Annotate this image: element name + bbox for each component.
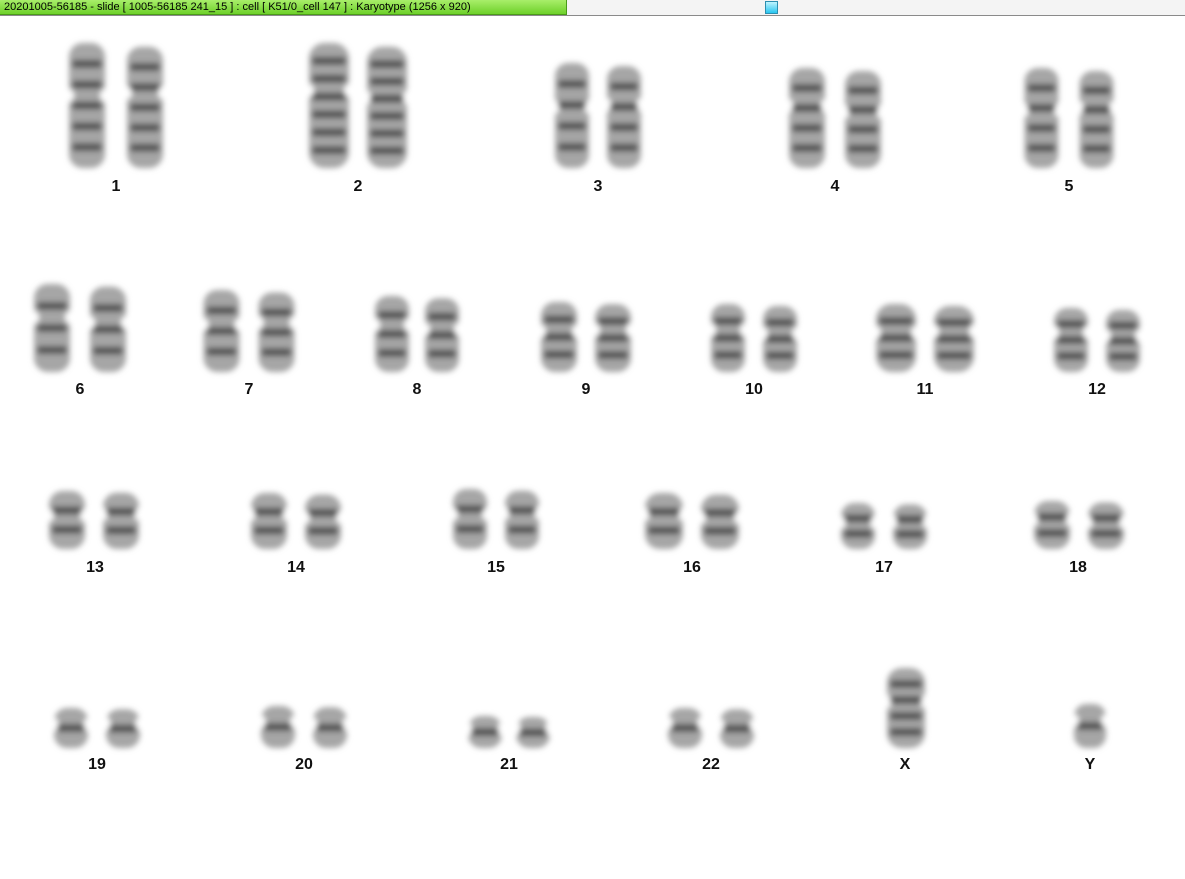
chromosome[interactable] [448, 489, 492, 549]
window-title-bar: 20201005-56185 - slide [ 1005-56185 241_… [0, 0, 1185, 16]
chromosome[interactable] [590, 304, 636, 372]
chromosome-label: 7 [244, 381, 254, 398]
chromosome[interactable] [871, 304, 921, 372]
chromosome[interactable] [784, 68, 830, 168]
chromosome[interactable] [882, 668, 930, 748]
chromosome-label: 8 [412, 381, 422, 398]
chromosome-label: 21 [500, 756, 518, 773]
chromosome[interactable] [1083, 502, 1129, 549]
title-highlight: 20201005-56185 - slide [ 1005-56185 241_… [0, 0, 567, 15]
chromosome[interactable] [253, 292, 300, 372]
chromosome[interactable] [500, 490, 544, 549]
chromosome-label: 14 [287, 559, 305, 576]
chromosome-label: 9 [581, 381, 591, 398]
chromosome[interactable] [511, 716, 555, 748]
chromosome[interactable] [362, 46, 412, 168]
chromosome[interactable] [836, 503, 880, 549]
chromosome[interactable] [663, 708, 707, 748]
chromosome[interactable] [98, 492, 144, 549]
chromosome[interactable] [1049, 308, 1093, 372]
chromosome-label: 15 [487, 559, 505, 576]
chromosome[interactable] [198, 290, 245, 372]
chromosome[interactable] [536, 302, 582, 372]
chromosome[interactable] [888, 504, 932, 549]
chromosome-label: 1 [111, 178, 121, 195]
chromosome-label: 22 [702, 756, 720, 773]
chromosome[interactable] [29, 284, 75, 372]
chromosome[interactable] [1029, 501, 1075, 549]
chromosome[interactable] [304, 43, 354, 168]
chromosome[interactable] [1101, 309, 1145, 372]
chromosome[interactable] [640, 493, 688, 549]
chromosome[interactable] [44, 491, 90, 549]
chromosome[interactable] [550, 63, 594, 168]
chromosome[interactable] [246, 493, 292, 549]
scroll-thumb[interactable] [765, 1, 778, 14]
chromosome-label: 19 [88, 756, 106, 773]
chromosome[interactable] [696, 494, 744, 549]
chromosome[interactable] [463, 716, 507, 748]
chromosome[interactable] [840, 71, 886, 168]
chromosome[interactable] [1074, 71, 1119, 168]
chromosome[interactable] [715, 709, 759, 748]
chromosome-label: 6 [75, 381, 85, 398]
chromosome-label: 20 [295, 756, 313, 773]
chromosome[interactable] [370, 296, 414, 372]
chromosome-label: 18 [1069, 559, 1087, 576]
chromosome[interactable] [49, 708, 93, 748]
chromosome-label: 16 [683, 559, 701, 576]
chromosome[interactable] [929, 306, 979, 372]
chromosome[interactable] [706, 304, 750, 372]
chromosome[interactable] [64, 43, 110, 168]
chromosome[interactable] [602, 66, 646, 168]
chromosome[interactable] [758, 306, 802, 372]
chromosome[interactable] [122, 46, 168, 168]
chromosome[interactable] [256, 706, 300, 748]
chromosome-label: X [899, 756, 911, 773]
chromosome[interactable] [420, 298, 464, 372]
chromosome-label: 13 [86, 559, 104, 576]
chromosome[interactable] [85, 286, 131, 372]
chromosome-label: 4 [830, 178, 840, 195]
chromosome[interactable] [101, 709, 145, 748]
chromosome[interactable] [300, 494, 346, 549]
chromosome[interactable] [1019, 68, 1064, 168]
chromosome-label: 12 [1088, 381, 1106, 398]
chromosome-label: 17 [875, 559, 893, 576]
chromosome-label: 10 [745, 381, 763, 398]
window-title: 20201005-56185 - slide [ 1005-56185 241_… [4, 1, 471, 13]
chromosome-label: 3 [593, 178, 603, 195]
chromosome-label: 5 [1064, 178, 1074, 195]
chromosome[interactable] [1069, 704, 1111, 748]
chromosome-label: Y [1084, 756, 1096, 773]
karyotype-canvas [29, 43, 1145, 748]
chromosome-label: 2 [353, 178, 363, 195]
chromosome-label: 11 [916, 381, 934, 398]
chromosome[interactable] [308, 707, 352, 748]
